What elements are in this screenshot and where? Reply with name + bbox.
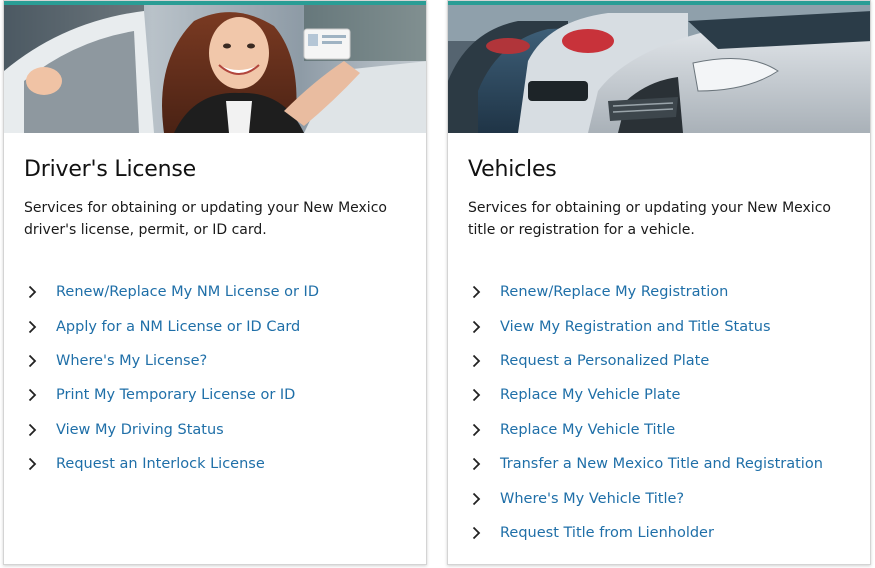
chevron-right-icon [472,285,494,299]
chevron-right-icon [28,354,50,368]
link-replace-vehicle-plate[interactable]: Replace My Vehicle Plate [468,378,823,412]
link-label[interactable]: Where's My Vehicle Title? [500,491,684,507]
link-label[interactable]: Where's My License? [56,353,207,369]
drivers-license-card: Driver's License Services for obtaining … [3,0,427,565]
link-label[interactable]: Print My Temporary License or ID [56,387,295,403]
link-wheres-my-vehicle-title[interactable]: Where's My Vehicle Title? [468,481,823,515]
link-request-title-lienholder[interactable]: Request Title from Lienholder [468,516,823,550]
drivers-license-title: Driver's License [24,157,196,182]
link-label[interactable]: Request Title from Lienholder [500,525,714,541]
link-view-registration-title-status[interactable]: View My Registration and Title Status [468,309,823,343]
link-renew-replace-registration[interactable]: Renew/Replace My Registration [468,275,823,309]
link-label[interactable]: Renew/Replace My NM License or ID [56,284,319,300]
chevron-right-icon [472,526,494,540]
chevron-right-icon [28,285,50,299]
chevron-right-icon [28,457,50,471]
chevron-right-icon [472,388,494,402]
link-request-personalized-plate[interactable]: Request a Personalized Plate [468,344,823,378]
link-replace-vehicle-title[interactable]: Replace My Vehicle Title [468,413,823,447]
chevron-right-icon [472,354,494,368]
vehicles-title: Vehicles [468,157,557,182]
chevron-right-icon [28,388,50,402]
woman-with-license-photo [4,1,426,133]
link-request-interlock-license[interactable]: Request an Interlock License [24,447,319,481]
vehicles-links: Renew/Replace My Registration View My Re… [468,275,823,550]
parked-cars-photo [448,1,870,133]
link-wheres-my-license[interactable]: Where's My License? [24,344,319,378]
chevron-right-icon [472,320,494,334]
vehicles-card: Vehicles Services for obtaining or updat… [447,0,871,565]
card-accent-bar [4,1,426,5]
link-label[interactable]: View My Driving Status [56,422,224,438]
link-label[interactable]: Request an Interlock License [56,456,265,472]
link-label[interactable]: Renew/Replace My Registration [500,284,728,300]
chevron-right-icon [472,457,494,471]
link-label[interactable]: Replace My Vehicle Title [500,422,675,438]
chevron-right-icon [28,423,50,437]
link-renew-replace-license[interactable]: Renew/Replace My NM License or ID [24,275,319,309]
link-print-temporary-license[interactable]: Print My Temporary License or ID [24,378,319,412]
drivers-license-description: Services for obtaining or updating your … [24,200,387,238]
link-label[interactable]: Transfer a New Mexico Title and Registra… [500,456,823,472]
card-accent-bar [448,1,870,5]
link-apply-license[interactable]: Apply for a NM License or ID Card [24,309,319,343]
vehicles-description: Services for obtaining or updating your … [468,200,831,238]
link-label[interactable]: View My Registration and Title Status [500,319,771,335]
link-label[interactable]: Apply for a NM License or ID Card [56,319,300,335]
chevron-right-icon [472,492,494,506]
link-label[interactable]: Request a Personalized Plate [500,353,709,369]
drivers-license-links: Renew/Replace My NM License or ID Apply … [24,275,319,481]
link-label[interactable]: Replace My Vehicle Plate [500,387,680,403]
link-transfer-title-registration[interactable]: Transfer a New Mexico Title and Registra… [468,447,823,481]
link-view-driving-status[interactable]: View My Driving Status [24,413,319,447]
chevron-right-icon [472,423,494,437]
chevron-right-icon [28,320,50,334]
